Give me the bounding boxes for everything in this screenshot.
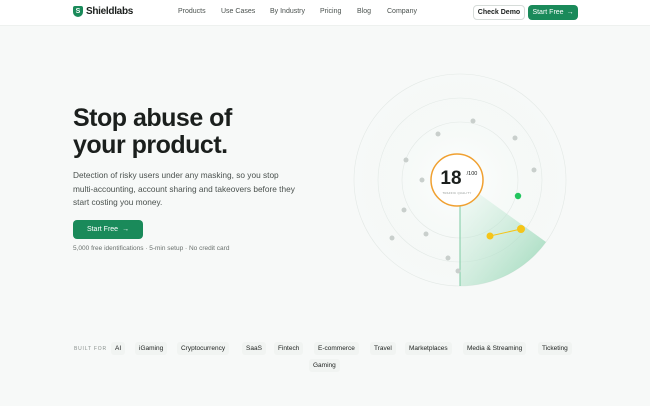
nav-item-pricing[interactable]: Pricing	[320, 8, 341, 15]
score-value: 18	[440, 168, 461, 189]
nav-item-blog[interactable]: Blog	[357, 8, 371, 15]
top-navbar: S Shieldlabs Products Use Cases By Indus…	[0, 0, 650, 26]
radar-dot	[401, 207, 407, 213]
industry-tag-ecommerce[interactable]: E-commerce	[314, 342, 359, 355]
nav-item-products[interactable]: Products	[178, 8, 206, 15]
industry-tag-media-streaming[interactable]: Media & Streaming	[463, 342, 527, 355]
radar-dot	[423, 231, 429, 237]
industry-tag-gaming[interactable]: Gaming	[309, 359, 340, 372]
shield-logo-icon: S	[73, 6, 83, 17]
hero-title: Stop abuse of your product.	[73, 105, 303, 159]
radar-dot-yellow	[517, 225, 525, 233]
industry-tag-ticketing[interactable]: Ticketing	[538, 342, 572, 355]
radar-visual: 18 /100 TRAFFIC QUALITY	[352, 72, 568, 288]
hero-desc-line-2: multi-accounting, account sharing and ta…	[73, 183, 295, 194]
industry-tag-ai[interactable]: AI	[111, 342, 126, 355]
industry-tag-fintech[interactable]: Fintech	[274, 342, 304, 355]
hero-description: Detection of risky users under any maski…	[73, 169, 323, 210]
radar-dot	[455, 268, 461, 274]
hero-title-line-1: Stop abuse of	[73, 104, 232, 132]
arrow-right-icon: →	[566, 9, 574, 16]
score-label: TRAFFIC QUALITY	[442, 191, 471, 195]
radar-dot	[512, 135, 518, 141]
check-demo-button[interactable]: Check Demo	[473, 5, 525, 20]
nav-item-use-cases[interactable]: Use Cases	[221, 8, 255, 15]
radar-dot	[470, 118, 476, 124]
brand-logo[interactable]: S Shieldlabs	[73, 6, 133, 17]
radar-dot	[419, 177, 425, 183]
radar-dot	[389, 235, 395, 241]
industry-tag-igaming[interactable]: iGaming	[135, 342, 168, 355]
nav-item-company[interactable]: Company	[387, 8, 417, 15]
industry-tag-marketplaces[interactable]: Marketplaces	[405, 342, 452, 355]
radar-dot	[435, 131, 441, 137]
start-free-nav-label: Start Free	[532, 9, 564, 16]
hero-desc-line-1: Detection of risky users under any maski…	[73, 170, 279, 180]
start-free-hero-label: Start Free	[86, 226, 119, 233]
industry-tag-saas[interactable]: SaaS	[242, 342, 266, 355]
start-free-hero-button[interactable]: Start Free →	[73, 220, 143, 239]
hero-title-line-2: your product.	[73, 131, 228, 159]
brand-name: Shieldlabs	[86, 6, 134, 17]
radar-dot-yellow	[486, 232, 494, 240]
hero-desc-line-3: start costing you money.	[73, 197, 163, 207]
score-max: /100	[467, 171, 478, 177]
industry-tag-cryptocurrency[interactable]: Cryptocurrency	[177, 342, 230, 355]
nav-item-by-industry[interactable]: By Industry	[270, 8, 305, 15]
hero-note: 5,000 free identifications · 5-min setup…	[73, 245, 230, 252]
radar-dot	[531, 167, 537, 173]
arrow-right-icon: →	[122, 226, 130, 233]
industry-tag-travel[interactable]: Travel	[370, 342, 396, 355]
radar-dot	[445, 255, 451, 261]
built-for-label: BUILT FOR	[74, 346, 107, 352]
start-free-nav-button[interactable]: Start Free →	[528, 5, 578, 20]
radar-dot	[403, 157, 409, 163]
radar-dot-green	[514, 192, 522, 200]
